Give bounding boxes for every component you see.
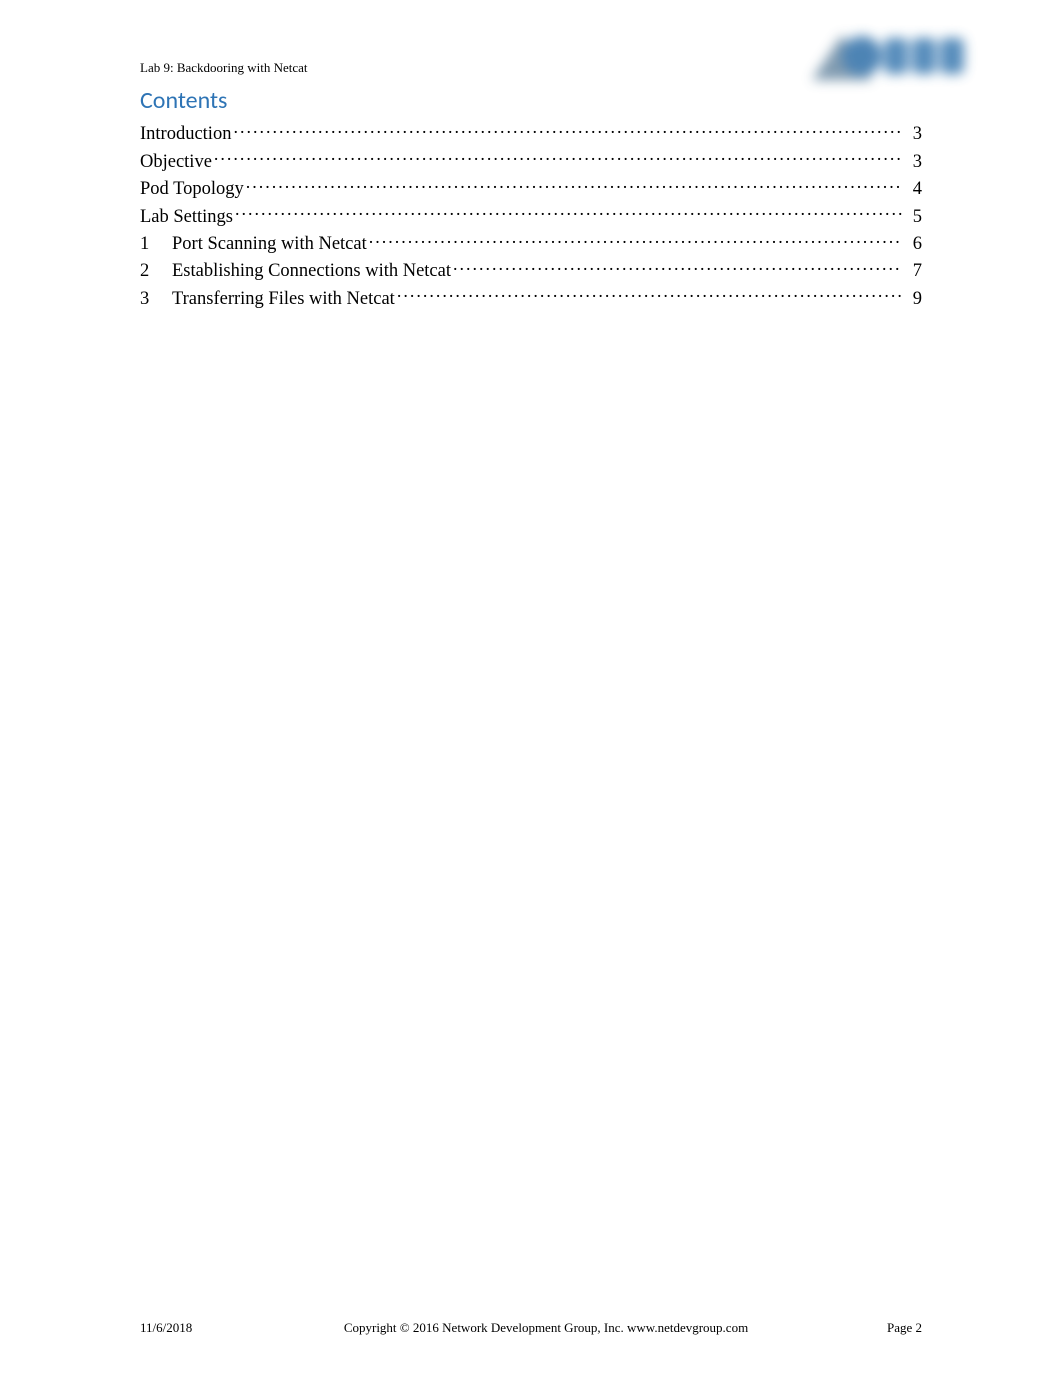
toc-title: Port Scanning with Netcat — [172, 232, 369, 256]
toc-leader — [214, 146, 902, 166]
toc-page: 5 — [902, 205, 922, 229]
toc-page: 9 — [902, 287, 922, 311]
toc-leader — [233, 119, 902, 139]
toc-title: Establishing Connections with Netcat — [172, 259, 453, 283]
table-of-contents: Introduction 3 Objective 3 Pod Topology … — [140, 119, 922, 311]
toc-entry[interactable]: Lab Settings 5 — [140, 201, 922, 228]
toc-entry[interactable]: Introduction 3 — [140, 119, 922, 146]
toc-page: 3 — [902, 150, 922, 174]
toc-page: 3 — [902, 122, 922, 146]
toc-entry[interactable]: 1 Port Scanning with Netcat 6 — [140, 229, 922, 256]
toc-title: Pod Topology — [140, 177, 246, 201]
toc-title: Objective — [140, 150, 214, 174]
lab-label: Lab 9: Backdooring with Netcat — [140, 60, 308, 76]
footer-date: 11/6/2018 — [140, 1320, 230, 1336]
footer-copyright: Copyright © 2016 Network Development Gro… — [230, 1320, 862, 1336]
toc-page: 4 — [902, 177, 922, 201]
contents-heading: Contents — [140, 86, 922, 115]
toc-entry[interactable]: Pod Topology 4 — [140, 174, 922, 201]
page-header: Lab 9: Backdooring with Netcat — [140, 60, 922, 76]
toc-num: 2 — [140, 259, 172, 283]
toc-page: 6 — [902, 232, 922, 256]
toc-leader — [453, 256, 902, 276]
toc-leader — [246, 174, 902, 194]
toc-num: 3 — [140, 287, 172, 311]
brand-logo — [812, 20, 982, 90]
toc-leader — [369, 229, 902, 249]
page-footer: 11/6/2018 Copyright © 2016 Network Devel… — [140, 1320, 922, 1336]
toc-title: Transferring Files with Netcat — [172, 287, 397, 311]
toc-leader — [397, 283, 902, 303]
toc-page: 7 — [902, 259, 922, 283]
footer-page: Page 2 — [862, 1320, 922, 1336]
toc-entry[interactable]: Objective 3 — [140, 146, 922, 173]
toc-entry[interactable]: 2 Establishing Connections with Netcat 7 — [140, 256, 922, 283]
toc-title: Introduction — [140, 122, 233, 146]
toc-num: 1 — [140, 232, 172, 256]
toc-title: Lab Settings — [140, 205, 235, 229]
toc-leader — [235, 201, 902, 221]
toc-entry[interactable]: 3 Transferring Files with Netcat 9 — [140, 283, 922, 310]
